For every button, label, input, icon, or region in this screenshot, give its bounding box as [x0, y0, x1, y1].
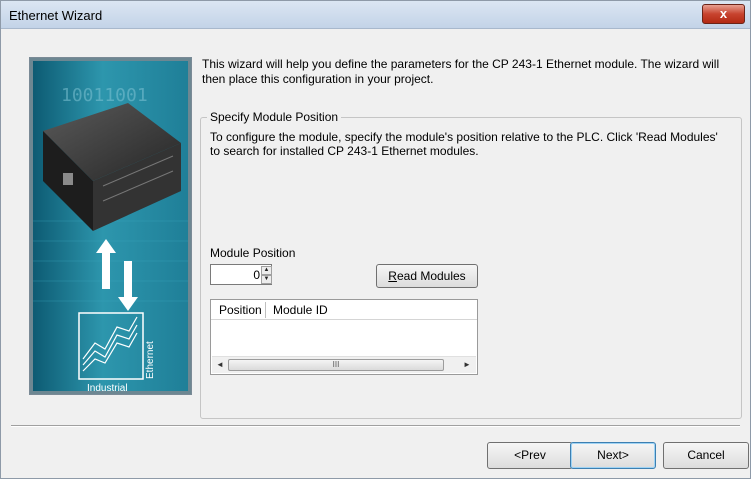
intro-text: This wizard will help you define the par…: [202, 57, 720, 86]
close-icon: x: [719, 6, 728, 21]
list-header: Position Module ID: [211, 300, 477, 320]
module-position-stepper[interactable]: 0 ▲ ▼: [210, 264, 272, 285]
group-description: To configure the module, specify the mod…: [210, 130, 718, 158]
module-position-label: Module Position: [210, 246, 296, 260]
read-modules-mnemonic: R: [388, 269, 397, 283]
next-button[interactable]: Next>: [570, 442, 656, 469]
read-modules-button[interactable]: Read Modules: [376, 264, 478, 288]
scroll-right-icon[interactable]: ►: [461, 359, 473, 371]
horizontal-scrollbar[interactable]: ◄ III ►: [212, 356, 476, 373]
footer-divider: [11, 425, 740, 427]
window-title: Ethernet Wizard: [9, 8, 103, 23]
title-bar[interactable]: Ethernet Wizard x: [1, 1, 750, 29]
column-header-module-id[interactable]: Module ID: [273, 303, 328, 317]
spin-up-icon[interactable]: ▲: [261, 266, 272, 275]
ethernet-label: Ethernet: [145, 341, 156, 379]
modules-list[interactable]: Position Module ID ◄ III ►: [210, 299, 478, 375]
column-divider[interactable]: [265, 302, 266, 318]
spin-down-icon[interactable]: ▼: [261, 275, 272, 284]
down-arrow-icon: [118, 261, 138, 311]
module-position-value[interactable]: 0: [211, 268, 260, 282]
wizard-illustration: 10011001 Industrial Ethernet: [29, 57, 192, 395]
close-button[interactable]: x: [702, 4, 745, 24]
column-header-position[interactable]: Position: [219, 303, 262, 317]
scroll-left-icon[interactable]: ◄: [214, 359, 226, 371]
group-legend: Specify Module Position: [207, 110, 342, 124]
prev-button[interactable]: <Prev: [487, 442, 573, 469]
scroll-thumb[interactable]: III: [228, 359, 444, 371]
read-modules-label: ead Modules: [396, 269, 466, 283]
industrial-label: Industrial: [87, 383, 128, 391]
plc-illustration-graphic: 10011001 Industrial Ethernet: [33, 85, 188, 391]
binary-digits: 10011001: [61, 85, 148, 106]
wizard-client-area: 10011001 Industrial Ethernet This wizard…: [1, 30, 750, 478]
cancel-button[interactable]: Cancel: [663, 442, 749, 469]
ethernet-wizard-window: Ethernet Wizard x 10011001 Industrial Et…: [0, 0, 751, 479]
